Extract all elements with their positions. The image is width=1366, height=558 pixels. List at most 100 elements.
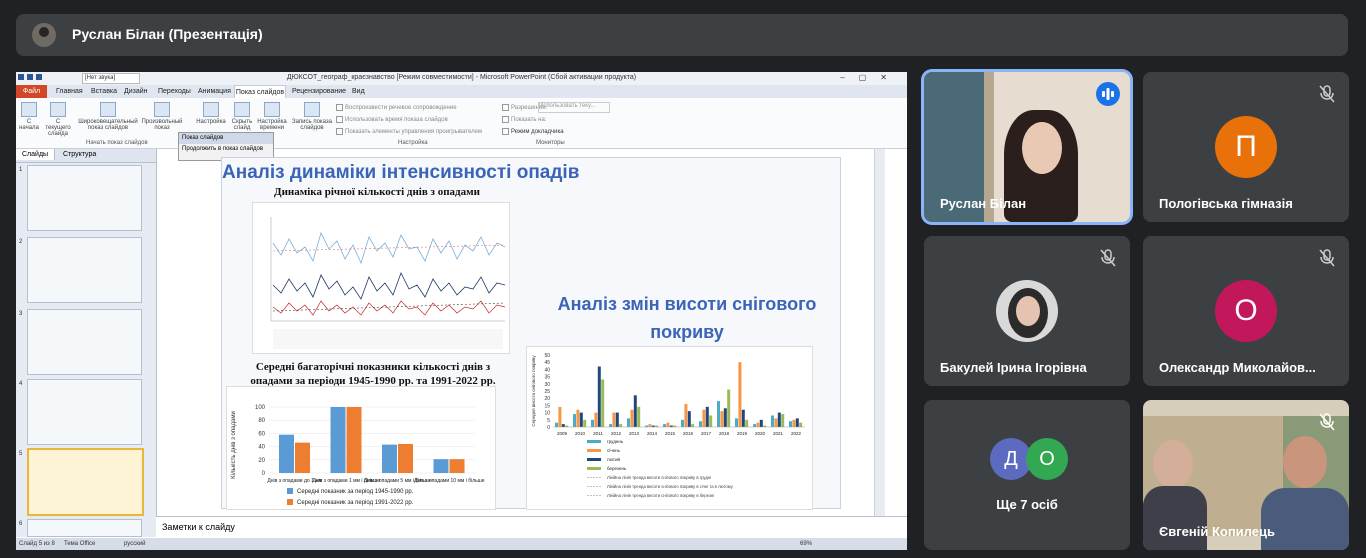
y-tick-label: 0 xyxy=(262,471,266,477)
participant-name: Олександр Миколайов... xyxy=(1159,360,1316,375)
tab-insert[interactable]: Вставка xyxy=(91,88,117,95)
tab-design[interactable]: Дизайн xyxy=(124,88,148,95)
bar xyxy=(691,424,695,427)
rehearse-button[interactable]: Настройка времени xyxy=(256,102,288,131)
bar xyxy=(573,414,576,427)
y-tick-label: 35 xyxy=(544,375,550,381)
slide-thumbnail[interactable] xyxy=(27,165,142,231)
tab-slides[interactable]: Слайды xyxy=(16,149,56,160)
slide-thumbnail[interactable] xyxy=(27,379,142,445)
tab-slideshow[interactable]: Показ слайдов xyxy=(234,85,286,99)
x-tick-label: 2016 xyxy=(683,431,694,436)
bar xyxy=(795,418,799,427)
window-controls[interactable]: –▢✕ xyxy=(840,73,901,82)
bar xyxy=(330,407,346,473)
x-tick-label: 2011 xyxy=(593,431,603,436)
slide-thumbnail-selected[interactable] xyxy=(27,448,144,516)
presenter-view-checkbox[interactable]: Режим докладчика xyxy=(502,128,564,135)
y-tick-label: 100 xyxy=(255,405,266,411)
participant-tile[interactable]: П Пологівська гімназія xyxy=(1143,72,1349,222)
legend-label: Середні показник за період 1991-2022 рр. xyxy=(297,500,414,506)
notes-pane[interactable]: Заметки к слайду xyxy=(156,516,907,539)
bar xyxy=(609,424,612,427)
mic-off-icon xyxy=(1315,246,1339,270)
slide-thumbnail[interactable] xyxy=(27,309,142,375)
bar xyxy=(756,422,760,427)
resume-slideshow-item[interactable]: Продолжить в показ слайдов xyxy=(179,144,273,154)
status-theme: Тема Office xyxy=(64,541,96,547)
participant-tile[interactable]: О Олександр Миколайов... xyxy=(1143,236,1349,386)
y-tick-label: 40 xyxy=(258,445,265,451)
tab-outline[interactable]: Структура xyxy=(57,149,102,160)
participant-name: Євгеній Копилець xyxy=(1159,524,1275,539)
legend-label: лютий xyxy=(607,456,620,462)
ribbon-tabs: Файл Главная Вставка Дизайн Переходы Ани… xyxy=(16,85,907,99)
vertical-scrollbar[interactable] xyxy=(874,149,885,516)
bar xyxy=(792,419,796,427)
bar xyxy=(555,422,558,427)
legend-label: грудень xyxy=(607,439,624,444)
broadcast-button[interactable]: Широковещательный показ слайдов xyxy=(76,102,140,131)
bar-chart-days: Кількість днів з опадами 0 20 40 60 80 100 Днів… xyxy=(226,386,496,510)
bar xyxy=(781,414,785,427)
participant-tile[interactable]: Бакулей Ірина Ігорівна xyxy=(924,236,1130,386)
x-tick-label: 2013 xyxy=(629,431,640,436)
bar xyxy=(382,444,397,473)
bar xyxy=(709,415,713,427)
tab-file[interactable]: Файл xyxy=(16,85,47,98)
slide-number: 5 xyxy=(19,451,23,457)
legend-swatch xyxy=(587,440,601,443)
bar xyxy=(723,408,727,427)
slides-panel: Слайды Структура 1 2 3 4 5 6 xyxy=(16,149,157,537)
bar xyxy=(619,424,623,427)
bar xyxy=(449,459,465,473)
timings-checkbox[interactable]: Использовать время показа слайдов xyxy=(336,116,448,123)
custom-show-button[interactable]: Произвольный показ xyxy=(140,102,184,131)
tab-transitions[interactable]: Переходы xyxy=(158,88,191,95)
bar xyxy=(637,406,641,427)
x-tick-label: 2020 xyxy=(755,431,766,436)
y-tick-label: 40 xyxy=(544,367,550,373)
slide-thumbnail[interactable] xyxy=(27,237,142,303)
speaking-indicator-icon xyxy=(1096,82,1120,106)
show-on-label: Показать на: xyxy=(502,116,547,123)
legend-swatch xyxy=(287,499,293,505)
zoom-level[interactable]: 69% xyxy=(800,541,812,547)
slide-canvas: Аналіз динаміки інтенсивності опадів Дин… xyxy=(221,157,841,510)
tab-home[interactable]: Главная xyxy=(56,88,83,95)
tab-review[interactable]: Рецензирование xyxy=(292,88,346,95)
y-tick-label: 50 xyxy=(544,353,550,359)
from-current-button[interactable]: С текущего слайда xyxy=(44,102,72,137)
bar xyxy=(346,407,362,473)
legend-label: березень xyxy=(607,466,627,471)
bar xyxy=(727,389,731,427)
mic-off-icon xyxy=(1315,82,1339,106)
y-axis-label: Кількість днів з опадами xyxy=(231,411,237,479)
slide-number: 2 xyxy=(19,239,23,245)
more-participants-tile[interactable]: Д О Ще 7 осіб xyxy=(924,400,1130,550)
bar xyxy=(615,412,619,427)
bar xyxy=(591,419,594,427)
narration-checkbox[interactable]: Воспроизвести речевое сопровождение xyxy=(336,104,457,111)
participant-tile-speaking[interactable]: Руслан Білан xyxy=(924,72,1130,222)
y-tick-label: 10 xyxy=(544,411,550,417)
participant-tile[interactable]: Євгеній Копилець xyxy=(1143,400,1349,550)
legend-label: січень xyxy=(607,448,621,453)
tab-animation[interactable]: Анимация xyxy=(198,88,231,95)
resolution-select[interactable]: Использовать теку... xyxy=(538,102,610,113)
mic-off-icon xyxy=(1315,410,1339,434)
hide-slide-button[interactable]: Скрыть слайд xyxy=(230,102,254,131)
bar xyxy=(597,366,601,427)
slide-thumbnail[interactable] xyxy=(27,519,142,537)
media-controls-checkbox[interactable]: Показать элементы управления проигрывате… xyxy=(336,128,482,135)
setup-button[interactable]: Настройка xyxy=(194,102,228,125)
from-beginning-button[interactable]: С начала xyxy=(18,102,40,131)
mic-off-icon xyxy=(1096,246,1120,270)
tab-view[interactable]: Вид xyxy=(352,88,365,95)
record-button[interactable]: Запись показа слайдов xyxy=(290,102,334,131)
bar xyxy=(663,424,666,427)
x-tick-label: 2018 xyxy=(719,431,730,436)
bar xyxy=(771,415,774,427)
bar xyxy=(684,403,688,427)
bar xyxy=(777,412,781,427)
